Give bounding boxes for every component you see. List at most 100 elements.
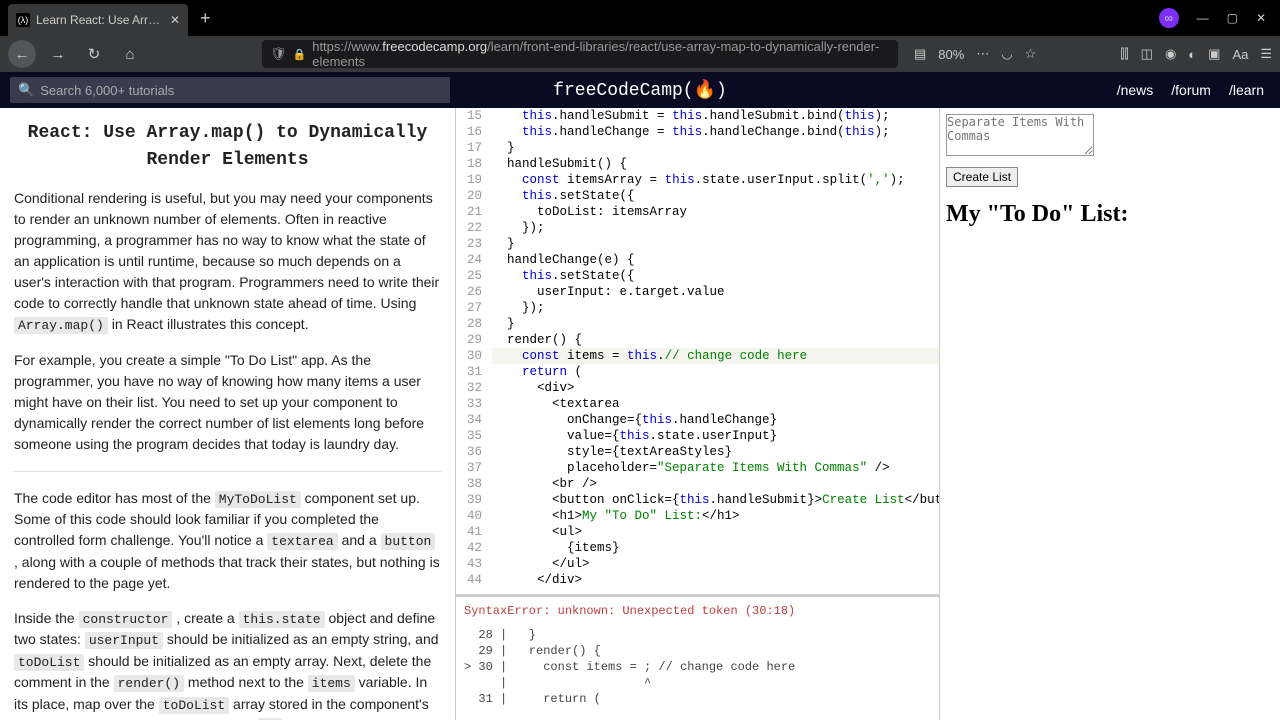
- line-content[interactable]: </ul>: [492, 556, 939, 572]
- site-logo[interactable]: freeCodeCamp(🔥): [553, 79, 727, 101]
- code-line[interactable]: 37 placeholder="Separate Items With Comm…: [456, 460, 939, 476]
- line-content[interactable]: });: [492, 220, 939, 236]
- code-line[interactable]: 32 <div>: [456, 380, 939, 396]
- ext3-icon[interactable]: ▣: [1208, 46, 1220, 62]
- line-content[interactable]: this.handleSubmit = this.handleSubmit.bi…: [492, 108, 939, 124]
- code-line[interactable]: 43 </ul>: [456, 556, 939, 572]
- line-content[interactable]: const items = this.// change code here: [492, 348, 939, 364]
- line-content[interactable]: handleSubmit() {: [492, 156, 939, 172]
- line-content[interactable]: onChange={this.handleChange}: [492, 412, 939, 428]
- minimize-icon[interactable]: —: [1197, 11, 1209, 25]
- instructions-panel[interactable]: React: Use Array.map() to Dynamically Re…: [0, 108, 456, 720]
- code-line[interactable]: 34 onChange={this.handleChange}: [456, 412, 939, 428]
- line-content[interactable]: handleChange(e) {: [492, 252, 939, 268]
- line-content[interactable]: }: [492, 236, 939, 252]
- code-line[interactable]: 23 }: [456, 236, 939, 252]
- line-number: 31: [456, 364, 492, 380]
- code-line[interactable]: 20 this.setState({: [456, 188, 939, 204]
- code-line[interactable]: 35 value={this.state.userInput}: [456, 428, 939, 444]
- bookmark-icon[interactable]: ☆: [1025, 46, 1037, 62]
- library-icon[interactable]: ⫿⫿: [1120, 46, 1128, 62]
- line-content[interactable]: });: [492, 300, 939, 316]
- code-line[interactable]: 19 const itemsArray = this.state.userInp…: [456, 172, 939, 188]
- code-line[interactable]: 15 this.handleSubmit = this.handleSubmit…: [456, 108, 939, 124]
- code-line[interactable]: 28 }: [456, 316, 939, 332]
- code-editor[interactable]: 15 this.handleSubmit = this.handleSubmit…: [456, 108, 939, 594]
- code-line[interactable]: 24 handleChange(e) {: [456, 252, 939, 268]
- code-line[interactable]: 41 <ul>: [456, 524, 939, 540]
- search-input[interactable]: 🔍 Search 6,000+ tutorials: [10, 77, 450, 103]
- line-number: 18: [456, 156, 492, 172]
- menu-icon[interactable]: ☰: [1260, 46, 1272, 62]
- line-content[interactable]: <div>: [492, 380, 939, 396]
- line-content[interactable]: <button onClick={this.handleSubmit}>Crea…: [492, 492, 939, 508]
- browser-tab[interactable]: (λ) Learn React: Use Array.map() to ✕: [8, 4, 188, 36]
- line-number: 20: [456, 188, 492, 204]
- line-content[interactable]: return (: [492, 364, 939, 380]
- code-line[interactable]: 30 const items = this.// change code her…: [456, 348, 939, 364]
- code-line[interactable]: 26 userInput: e.target.value: [456, 284, 939, 300]
- ext1-icon[interactable]: ◉: [1165, 46, 1176, 62]
- back-button[interactable]: ←: [8, 40, 36, 68]
- code-line[interactable]: 27 });: [456, 300, 939, 316]
- code-line[interactable]: 29 render() {: [456, 332, 939, 348]
- line-content[interactable]: {items}: [492, 540, 939, 556]
- reload-button[interactable]: ↻: [80, 40, 108, 68]
- code-line[interactable]: 39 <button onClick={this.handleSubmit}>C…: [456, 492, 939, 508]
- code-line[interactable]: 44 </div>: [456, 572, 939, 588]
- pocket-icon[interactable]: ◡: [1001, 46, 1012, 62]
- preview-textarea[interactable]: [946, 114, 1094, 156]
- code-line[interactable]: 40 <h1>My "To Do" List:</h1>: [456, 508, 939, 524]
- close-window-icon[interactable]: ✕: [1256, 11, 1266, 25]
- line-content[interactable]: userInput: e.target.value: [492, 284, 939, 300]
- code-line[interactable]: 18 handleSubmit() {: [456, 156, 939, 172]
- line-content[interactable]: <ul>: [492, 524, 939, 540]
- line-content[interactable]: this.setState({: [492, 188, 939, 204]
- zoom-level[interactable]: 80%: [938, 47, 964, 62]
- code-line[interactable]: 42 {items}: [456, 540, 939, 556]
- line-content[interactable]: const itemsArray = this.state.userInput.…: [492, 172, 939, 188]
- line-content[interactable]: toDoList: itemsArray: [492, 204, 939, 220]
- line-number: 30: [456, 348, 492, 364]
- line-content[interactable]: style={textAreaStyles}: [492, 444, 939, 460]
- line-content[interactable]: }: [492, 316, 939, 332]
- line-content[interactable]: <h1>My "To Do" List:</h1>: [492, 508, 939, 524]
- line-content[interactable]: this.handleChange = this.handleChange.bi…: [492, 124, 939, 140]
- home-button[interactable]: ⌂: [116, 40, 144, 68]
- code-line[interactable]: 38 <br />: [456, 476, 939, 492]
- line-content[interactable]: <textarea: [492, 396, 939, 412]
- ext2-icon[interactable]: ◐: [1188, 47, 1196, 62]
- code-line[interactable]: 31 return (: [456, 364, 939, 380]
- nav-forum[interactable]: /forum: [1171, 82, 1211, 98]
- line-content[interactable]: }: [492, 140, 939, 156]
- code-line[interactable]: 17 }: [456, 140, 939, 156]
- line-content[interactable]: value={this.state.userInput}: [492, 428, 939, 444]
- account-badge[interactable]: ∞: [1159, 8, 1179, 28]
- code-line[interactable]: 22 });: [456, 220, 939, 236]
- line-content[interactable]: placeholder="Separate Items With Commas"…: [492, 460, 939, 476]
- code-line[interactable]: 25 this.setState({: [456, 268, 939, 284]
- preview-create-list-button[interactable]: Create List: [946, 167, 1018, 187]
- font-icon[interactable]: Aa: [1232, 47, 1248, 62]
- line-content[interactable]: this.setState({: [492, 268, 939, 284]
- nav-learn[interactable]: /learn: [1229, 82, 1264, 98]
- code-line[interactable]: 36 style={textAreaStyles}: [456, 444, 939, 460]
- new-tab-button[interactable]: +: [200, 8, 211, 29]
- line-content[interactable]: </div>: [492, 572, 939, 588]
- line-number: 15: [456, 108, 492, 124]
- maximize-icon[interactable]: ▢: [1227, 11, 1238, 25]
- forward-button[interactable]: →: [44, 40, 72, 68]
- line-content[interactable]: <br />: [492, 476, 939, 492]
- code-line[interactable]: 21 toDoList: itemsArray: [456, 204, 939, 220]
- nav-news[interactable]: /news: [1117, 82, 1154, 98]
- lesson-p4: Inside the constructor , create a this.s…: [14, 608, 441, 720]
- reader-icon[interactable]: ▤: [914, 46, 926, 62]
- code-line[interactable]: 16 this.handleChange = this.handleChange…: [456, 124, 939, 140]
- line-content[interactable]: render() {: [492, 332, 939, 348]
- url-bar[interactable]: 🛡 🔒 https://www.freecodecamp.org/learn/f…: [262, 40, 898, 68]
- sidebar-icon[interactable]: ◫: [1141, 46, 1153, 62]
- tab-close-icon[interactable]: ✕: [170, 13, 180, 27]
- code-line[interactable]: 33 <textarea: [456, 396, 939, 412]
- console-panel[interactable]: SyntaxError: unknown: Unexpected token (…: [456, 594, 939, 720]
- overflow-menu-icon[interactable]: ⋯: [976, 46, 989, 62]
